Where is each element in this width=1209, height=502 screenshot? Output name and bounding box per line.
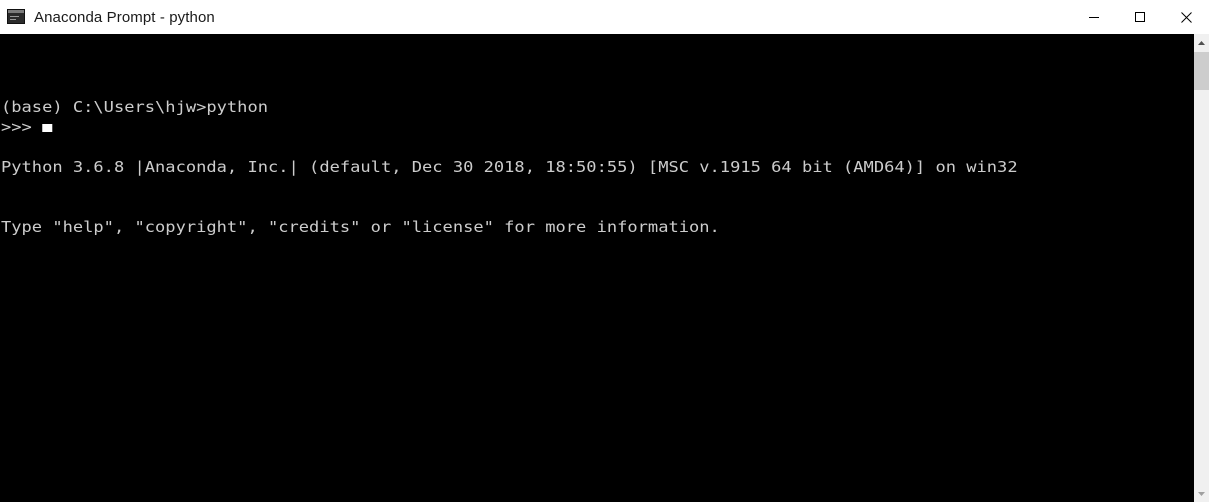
scroll-up-arrow[interactable]	[1194, 34, 1209, 51]
block-cursor	[42, 124, 53, 132]
chevron-up-icon	[1198, 40, 1205, 45]
console-line: Type "help", "copyright", "credits" or "…	[1, 218, 720, 236]
vertical-scrollbar[interactable]	[1194, 34, 1209, 502]
maximize-button[interactable]	[1117, 0, 1163, 34]
scrollbar-thumb[interactable]	[1194, 52, 1209, 90]
scroll-down-arrow[interactable]	[1194, 485, 1209, 502]
prompt-text: >>>	[1, 118, 43, 136]
console-prompt-line: >>>	[1, 117, 53, 137]
console-line: Python 3.6.8 |Anaconda, Inc.| (default, …	[1, 158, 1018, 176]
minimize-icon	[1089, 17, 1099, 18]
terminal-window: Anaconda Prompt - python (base) C:\Users…	[0, 0, 1209, 502]
maximize-icon	[1135, 12, 1145, 22]
window-controls	[1071, 0, 1209, 34]
console-window-icon	[7, 9, 25, 25]
title-bar[interactable]: Anaconda Prompt - python	[0, 0, 1209, 34]
minimize-button[interactable]	[1071, 0, 1117, 34]
console-output-area[interactable]: (base) C:\Users\hjw>python Python 3.6.8 …	[0, 34, 1194, 502]
chevron-down-icon	[1198, 491, 1205, 496]
close-button[interactable]	[1163, 0, 1209, 34]
console-text-block: (base) C:\Users\hjw>python Python 3.6.8 …	[1, 57, 1018, 277]
close-icon	[1180, 11, 1192, 23]
console-line: (base) C:\Users\hjw>python	[1, 98, 268, 116]
window-title: Anaconda Prompt - python	[34, 8, 215, 26]
